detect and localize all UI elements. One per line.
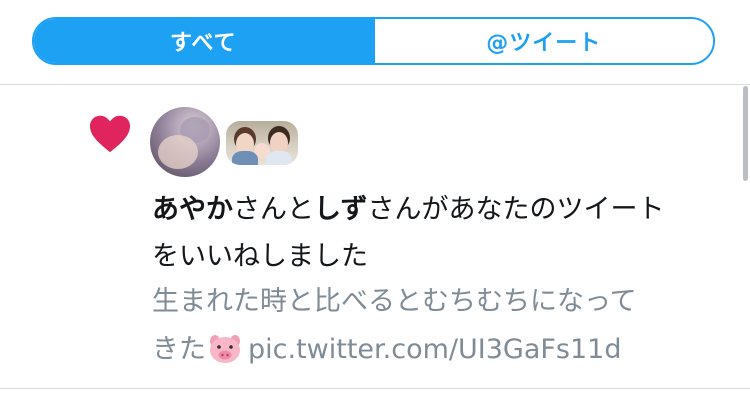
tweet-preview-line1: 生まれた時と比べるとむちむちになって (152, 286, 637, 317)
segmented-control: すべて @ツイート (32, 17, 715, 65)
notification-text: あやかさんとしずさんがあなたのツイート (152, 194, 665, 225)
heart-icon (90, 115, 130, 153)
avatar-user1[interactable] (150, 107, 220, 177)
user2-name[interactable]: しず (314, 194, 367, 225)
user1-name[interactable]: あやか (152, 194, 233, 225)
divider-bottom (0, 388, 750, 389)
tab-all[interactable]: すべて (34, 19, 373, 63)
scrollbar[interactable] (743, 86, 748, 181)
avatar-user2[interactable] (226, 121, 298, 165)
tweet-preview-line2: きた pic.twitter.com/UI3GaFs11d (152, 334, 622, 365)
divider-top (0, 84, 750, 85)
pig-face-icon (210, 335, 240, 363)
tweet-link[interactable]: pic.twitter.com/UI3GaFs11d (248, 334, 621, 365)
tab-mentions[interactable]: @ツイート (372, 19, 713, 63)
notification-text-cont: をいいねしました (152, 241, 368, 272)
